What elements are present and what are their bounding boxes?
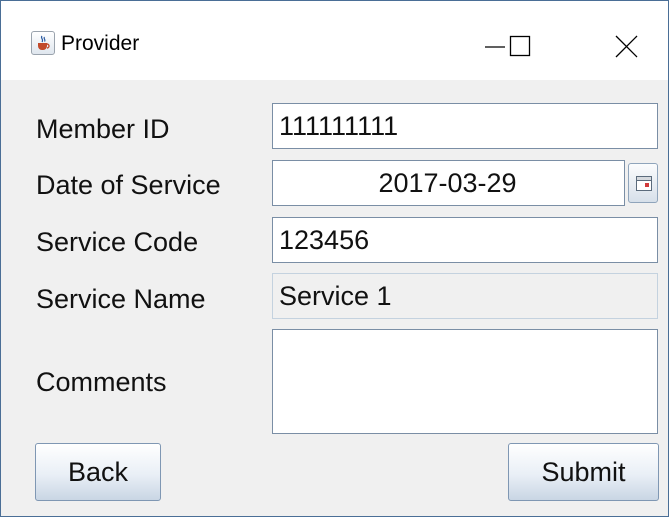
comments-label: Comments xyxy=(36,367,167,397)
close-icon[interactable] xyxy=(598,21,656,69)
date-picker-button[interactable] xyxy=(628,163,658,203)
back-button[interactable]: Back xyxy=(35,443,161,501)
service-name-field xyxy=(272,273,658,319)
member-id-label: Member ID xyxy=(36,114,170,144)
java-cup-icon xyxy=(31,31,55,55)
window-title: Provider xyxy=(61,32,140,55)
maximize-icon[interactable] xyxy=(491,21,549,69)
service-code-label: Service Code xyxy=(36,227,199,257)
service-code-input[interactable] xyxy=(272,217,658,263)
title-bar[interactable]: Provider xyxy=(1,1,668,80)
calendar-icon xyxy=(636,176,652,191)
submit-button[interactable]: Submit xyxy=(508,443,659,501)
service-name-label: Service Name xyxy=(36,284,206,314)
date-of-service-input[interactable] xyxy=(272,160,625,206)
date-of-service-label: Date of Service xyxy=(36,170,221,200)
comments-textarea[interactable] xyxy=(272,329,658,434)
provider-window: Provider Member ID Date of Service Servi… xyxy=(0,0,669,517)
member-id-input[interactable] xyxy=(272,103,658,149)
